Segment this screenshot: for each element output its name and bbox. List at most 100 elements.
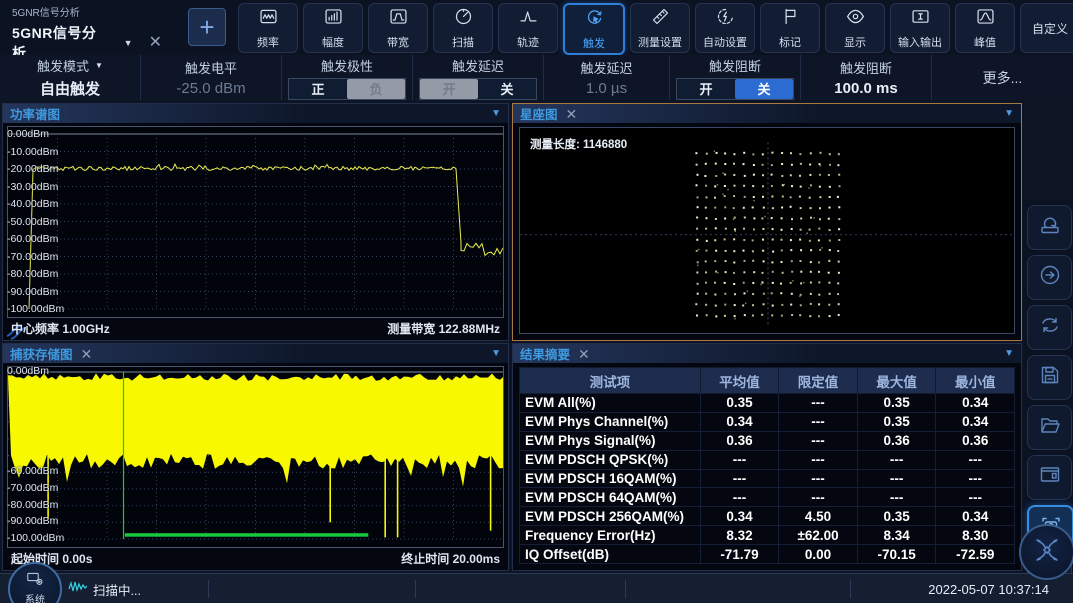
test-item-cell: EVM All(%) bbox=[520, 394, 701, 413]
trigger-polarity-field: 触发极性 正 负 bbox=[282, 55, 413, 100]
trigger-button[interactable]: 触发 bbox=[563, 3, 625, 55]
trigger-delay-value-field[interactable]: 触发延迟 1.0 µs bbox=[544, 55, 670, 100]
value-cell: -70.15 bbox=[857, 545, 936, 564]
system-label: 系统 bbox=[25, 591, 45, 603]
refresh-button[interactable] bbox=[1027, 305, 1072, 350]
amplitude-button[interactable]: 幅度 bbox=[303, 3, 363, 53]
summary-titlebar: 结果摘要 ✕ ▼ bbox=[513, 344, 1021, 363]
close-icon[interactable]: ✕ bbox=[566, 109, 578, 119]
display-button[interactable]: 显示 bbox=[825, 3, 885, 53]
y-axis-label: -100.00dBm bbox=[7, 532, 64, 544]
trigger-polarity-toggle[interactable]: 正 负 bbox=[288, 78, 406, 100]
value-cell: 0.35 bbox=[700, 394, 779, 413]
trigger-more-button[interactable]: 更多... bbox=[932, 55, 1073, 100]
test-item-cell: IQ Offset(dB) bbox=[520, 545, 701, 564]
custom-button[interactable]: 自定义 bbox=[1020, 3, 1073, 53]
table-row: EVM Phys Channel(%)0.34---0.350.34 bbox=[520, 412, 1015, 431]
result-summary-panel[interactable]: 结果摘要 ✕ ▼ 测试项平均值限定值最大值最小值 EVM All(%)0.35-… bbox=[512, 343, 1022, 571]
trigger-holdoff-value-field[interactable]: 触发阻断 100.0 ms bbox=[801, 55, 932, 100]
table-row: EVM PDSCH 256QAM(%)0.344.500.350.34 bbox=[520, 507, 1015, 526]
add-tab-button[interactable]: + bbox=[188, 8, 226, 46]
chevron-down-icon: ▼ bbox=[95, 61, 103, 70]
main-area: 功率谱图 ▼ 0.00dBm-10.00dBm-20.00dBm-30.00dB… bbox=[0, 100, 1073, 573]
chevron-down-icon[interactable]: ▼ bbox=[1004, 108, 1014, 119]
capture-titlebar: 捕获存储图 ✕ ▼ bbox=[3, 344, 508, 363]
trace-button[interactable]: 轨迹 bbox=[498, 3, 558, 53]
statusbar-divider bbox=[415, 580, 416, 598]
value-cell: --- bbox=[936, 469, 1015, 488]
run-button[interactable] bbox=[1027, 255, 1072, 300]
replay-button[interactable] bbox=[1027, 205, 1072, 250]
scan-wave-icon bbox=[68, 580, 88, 598]
value-cell: 0.35 bbox=[857, 412, 936, 431]
peak-icon bbox=[975, 6, 996, 32]
test-item-cell: EVM PDSCH 64QAM(%) bbox=[520, 488, 701, 507]
summary-column-header: 测试项 bbox=[520, 368, 701, 394]
summary-column-header: 平均值 bbox=[700, 368, 779, 394]
y-axis-label: -50.00dBm bbox=[7, 216, 58, 228]
value-cell: 0.34 bbox=[700, 412, 779, 431]
sweep-icon bbox=[453, 6, 474, 32]
table-row: EVM PDSCH QPSK(%)------------ bbox=[520, 450, 1015, 469]
capture-memory-panel[interactable]: 捕获存储图 ✕ ▼ 0.00dBm-60.00dBm-70.00dBm-80.0… bbox=[2, 343, 509, 571]
auto-set-button[interactable]: 自动设置 bbox=[695, 3, 755, 53]
chevron-down-icon[interactable]: ▼ bbox=[1004, 348, 1014, 359]
close-icon[interactable]: ✕ bbox=[578, 349, 590, 359]
input-output-icon bbox=[910, 6, 931, 32]
y-axis-label: -90.00dBm bbox=[7, 286, 58, 298]
save-icon bbox=[1038, 363, 1062, 392]
y-axis-label: -80.00dBm bbox=[7, 499, 58, 511]
status-bar: 系统 扫描中... 2022-05-07 10:37:14 bbox=[0, 573, 1073, 603]
close-icon[interactable]: ✕ bbox=[81, 349, 93, 359]
value-cell: 0.34 bbox=[936, 394, 1015, 413]
frequency-button[interactable]: 频率 bbox=[238, 3, 298, 53]
value-cell: --- bbox=[700, 469, 779, 488]
sweep-button[interactable]: 扫描 bbox=[433, 3, 493, 53]
constellation-panel[interactable]: 星座图 ✕ ▼ 测量长度: 1146880 bbox=[512, 103, 1022, 341]
save-button[interactable] bbox=[1027, 355, 1072, 400]
table-row: EVM Phys Signal(%)0.36---0.360.36 bbox=[520, 431, 1015, 450]
tab-close-icon[interactable]: ✕ bbox=[149, 38, 162, 48]
input-output-button[interactable]: 输入输出 bbox=[890, 3, 950, 53]
constellation-plot: 测量长度: 1146880 bbox=[519, 127, 1015, 334]
trigger-level-field[interactable]: 触发电平 -25.0 dBm bbox=[141, 55, 282, 100]
folder-open-button[interactable] bbox=[1027, 405, 1072, 450]
power-spectrum-panel[interactable]: 功率谱图 ▼ 0.00dBm-10.00dBm-20.00dBm-30.00dB… bbox=[2, 103, 509, 341]
y-axis-label: 0.00dBm bbox=[7, 365, 49, 377]
measurement-tab[interactable]: 5GNR信号分析 5GNR信号分析 ▼ ✕ bbox=[12, 4, 182, 48]
statusbar-divider bbox=[208, 580, 209, 598]
tab-dropdown-icon[interactable]: ▼ bbox=[124, 38, 133, 48]
chevron-down-icon[interactable]: ▼ bbox=[491, 348, 501, 359]
nav-cross-button[interactable] bbox=[1019, 524, 1073, 580]
replay-icon bbox=[1038, 213, 1062, 242]
constellation-titlebar: 星座图 ✕ ▼ bbox=[513, 104, 1021, 123]
value-cell: 0.36 bbox=[700, 431, 779, 450]
bandwidth-button[interactable]: 带宽 bbox=[368, 3, 428, 53]
peak-button[interactable]: 峰值 bbox=[955, 3, 1015, 53]
value-cell: 0.34 bbox=[936, 507, 1015, 526]
window-button[interactable] bbox=[1027, 455, 1072, 500]
spectrum-plot bbox=[7, 126, 504, 318]
chevron-down-icon[interactable]: ▼ bbox=[491, 108, 501, 119]
clock-display: 2022-05-07 10:37:14 bbox=[928, 574, 1049, 603]
function-button-row: 频率 幅度 带宽 扫描 轨迹 触发 bbox=[238, 3, 1073, 55]
value-cell: --- bbox=[936, 488, 1015, 507]
stop-time-label: 终止时间 20.00ms bbox=[401, 550, 500, 567]
measure-settings-button[interactable]: 测量设置 bbox=[630, 3, 690, 53]
trigger-holdoff-toggle[interactable]: 开 关 bbox=[676, 78, 794, 100]
value-cell: 0.35 bbox=[857, 507, 936, 526]
trigger-mode-field[interactable]: 触发模式▼ 自由触发 bbox=[0, 55, 141, 100]
panel-title: 捕获存储图 bbox=[10, 344, 73, 363]
trigger-icon bbox=[584, 7, 605, 33]
statusbar-divider bbox=[850, 580, 851, 598]
value-cell: 0.35 bbox=[857, 394, 936, 413]
trigger-delay-toggle[interactable]: 开 关 bbox=[419, 78, 537, 100]
y-axis-label: -100.00dBm bbox=[7, 303, 64, 315]
value-cell: -72.59 bbox=[936, 545, 1015, 564]
value-cell: --- bbox=[779, 469, 858, 488]
marker-button[interactable]: 标记 bbox=[760, 3, 820, 53]
scan-status: 扫描中... bbox=[68, 574, 141, 603]
test-item-cell: EVM PDSCH QPSK(%) bbox=[520, 450, 701, 469]
y-axis-label: 0.00dBm bbox=[7, 128, 49, 140]
run-icon bbox=[1038, 263, 1062, 292]
